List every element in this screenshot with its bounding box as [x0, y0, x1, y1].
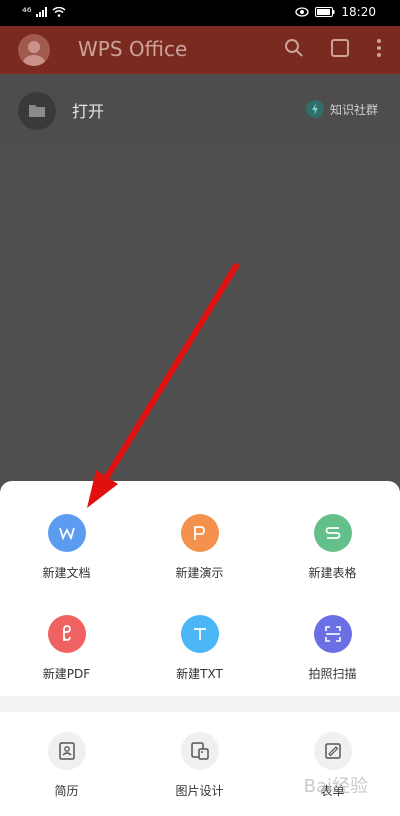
new-doc-button[interactable]: 新建文档	[0, 514, 133, 581]
avatar[interactable]	[18, 34, 50, 66]
more-icon[interactable]	[376, 38, 382, 58]
create-grid: 新建文档 新建演示 新建表格 新建PDF 新建TXT 拍照扫描	[0, 481, 400, 696]
folder-icon	[29, 105, 45, 117]
image-design-label: 图片设计	[175, 784, 224, 798]
new-txt-label: 新建TXT	[176, 667, 223, 681]
resume-label: 简历	[54, 784, 79, 798]
new-presentation-button[interactable]: 新建演示	[133, 514, 266, 581]
status-bar: ⁴⁶ 18:20	[0, 0, 400, 26]
pdf-icon	[47, 615, 86, 653]
signal-icon	[35, 7, 47, 17]
eye-icon	[295, 7, 310, 17]
txt-icon	[180, 615, 219, 653]
image-design-button[interactable]: 图片设计	[133, 732, 266, 799]
user-icon	[23, 41, 45, 66]
resume-button[interactable]: 简历	[0, 732, 133, 799]
search-icon[interactable]	[284, 38, 304, 58]
new-txt-button[interactable]: 新建TXT	[133, 615, 266, 682]
folder-button[interactable]	[18, 92, 56, 130]
scan-icon	[313, 615, 352, 653]
new-presentation-label: 新建演示	[175, 566, 224, 580]
section-divider	[0, 696, 400, 712]
presentation-icon	[180, 514, 219, 552]
app-bar: WPS Office	[0, 26, 400, 74]
word-icon	[47, 514, 86, 552]
battery-icon	[315, 7, 335, 17]
form-icon	[313, 732, 352, 770]
watermark: Bai经验	[303, 776, 368, 797]
new-doc-label: 新建文档	[42, 566, 91, 580]
scan-label: 拍照扫描	[308, 667, 357, 681]
spreadsheet-icon	[313, 514, 352, 552]
wifi-icon	[52, 7, 66, 17]
app-title: WPS Office	[78, 37, 188, 61]
community-label: 知识社群	[329, 102, 378, 117]
new-spreadsheet-button[interactable]: 新建表格	[266, 514, 399, 581]
multiwindow-icon[interactable]	[330, 38, 350, 58]
create-sheet: 新建文档 新建演示 新建表格 新建PDF 新建TXT 拍照扫描 简历 图片设计 …	[0, 481, 400, 816]
image-design-icon	[180, 732, 219, 770]
signal-carrier: ⁴⁶	[22, 5, 32, 19]
lightning-icon	[305, 100, 324, 118]
clock: 18:20	[341, 5, 376, 19]
new-spreadsheet-label: 新建表格	[308, 566, 357, 580]
resume-icon	[47, 732, 86, 770]
new-pdf-label: 新建PDF	[42, 667, 91, 681]
new-pdf-button[interactable]: 新建PDF	[0, 615, 133, 682]
community-link[interactable]: 知识社群	[305, 100, 378, 118]
open-label[interactable]: 打开	[72, 98, 104, 122]
open-row: 打开 知识社群	[0, 74, 400, 144]
scan-button[interactable]: 拍照扫描	[266, 615, 399, 682]
